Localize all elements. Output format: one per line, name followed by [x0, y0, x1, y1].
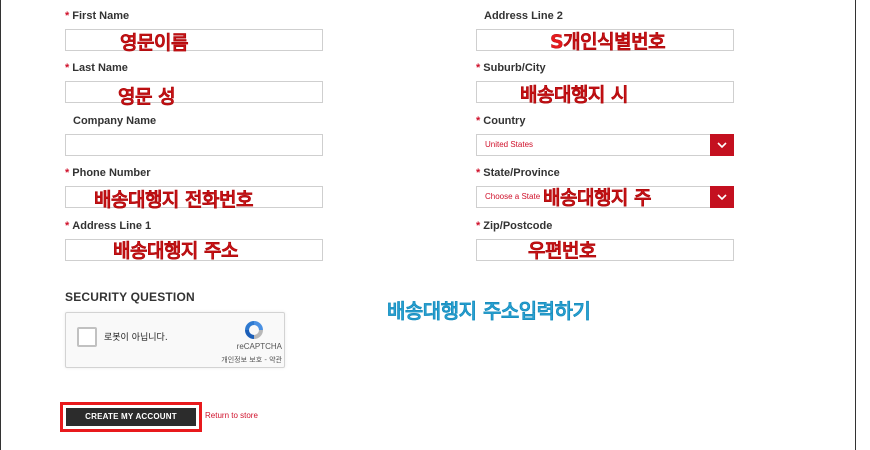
address2-label-text: Address Line 2 — [484, 10, 563, 22]
required-mark: * — [476, 115, 481, 127]
first-name-field: * First Name — [65, 9, 325, 51]
phone-input[interactable] — [65, 186, 323, 208]
recaptcha-widget: 로봇이 아닙니다. reCAPTCHA 개인정보 보호 - 약관 — [65, 312, 285, 368]
required-mark: * — [65, 10, 70, 22]
zip-label: * Zip/Postcode — [476, 219, 736, 233]
country-selected-value: United States — [485, 140, 534, 149]
required-mark: * — [65, 220, 70, 232]
country-select[interactable]: United States — [476, 134, 734, 156]
required-mark: * — [65, 62, 70, 74]
country-label-text: Country — [483, 115, 526, 127]
last-name-field: * Last Name — [65, 61, 325, 103]
city-label-text: Suburb/City — [483, 62, 546, 74]
last-name-label-text: Last Name — [72, 62, 128, 74]
zip-label-text: Zip/Postcode — [483, 220, 553, 232]
phone-label: * Phone Number — [65, 166, 325, 180]
phone-label-text: Phone Number — [72, 167, 151, 179]
create-account-highlight: CREATE MY ACCOUNT — [60, 402, 202, 432]
required-mark: * — [476, 167, 481, 179]
chevron-down-icon[interactable] — [710, 186, 734, 208]
address1-label: * Address Line 1 — [65, 219, 325, 233]
state-field: * State/Province Choose a State — [476, 166, 736, 208]
first-name-label-text: First Name — [72, 10, 130, 22]
city-input[interactable] — [476, 81, 734, 103]
company-name-input[interactable] — [65, 134, 323, 156]
page-border-right — [855, 0, 856, 450]
address1-input[interactable] — [65, 239, 323, 261]
recaptcha-checkbox[interactable] — [77, 327, 97, 347]
city-field: * Suburb/City — [476, 61, 736, 103]
state-selected-value: Choose a State — [485, 192, 541, 201]
address2-input[interactable] — [476, 29, 734, 51]
zip-input[interactable] — [476, 239, 734, 261]
address2-label: Address Line 2 — [476, 9, 736, 23]
annotation-main: 배송대행지 주소입력하기 — [387, 299, 591, 323]
recaptcha-label: 로봇이 아닙니다. — [104, 333, 168, 343]
zip-field: * Zip/Postcode — [476, 219, 736, 261]
return-to-store-link[interactable]: Return to store — [205, 411, 258, 420]
create-account-button[interactable]: CREATE MY ACCOUNT — [66, 408, 196, 426]
required-mark: * — [65, 167, 70, 179]
company-name-label-text: Company Name — [73, 115, 157, 127]
first-name-label: * First Name — [65, 9, 325, 23]
address2-field: Address Line 2 — [476, 9, 736, 51]
city-label: * Suburb/City — [476, 61, 736, 75]
address1-label-text: Address Line 1 — [72, 220, 152, 232]
required-mark: * — [476, 220, 481, 232]
country-label: * Country — [476, 114, 736, 128]
page-border-left — [0, 0, 1, 450]
recaptcha-brand: reCAPTCHA — [236, 342, 282, 351]
first-name-input[interactable] — [65, 29, 323, 51]
last-name-input[interactable] — [65, 81, 323, 103]
company-name-label: Company Name — [65, 114, 325, 128]
state-select[interactable]: Choose a State — [476, 186, 734, 208]
last-name-label: * Last Name — [65, 61, 325, 75]
phone-field: * Phone Number — [65, 166, 325, 208]
state-label: * State/Province — [476, 166, 736, 180]
recaptcha-links[interactable]: 개인정보 보호 - 약관 — [221, 355, 282, 365]
address1-field: * Address Line 1 — [65, 219, 325, 261]
company-name-field: Company Name — [65, 114, 325, 156]
state-label-text: State/Province — [483, 167, 560, 179]
required-mark: * — [476, 62, 481, 74]
country-field: * Country United States — [476, 114, 736, 156]
chevron-down-icon[interactable] — [710, 134, 734, 156]
security-question-heading: SECURITY QUESTION — [65, 290, 195, 304]
